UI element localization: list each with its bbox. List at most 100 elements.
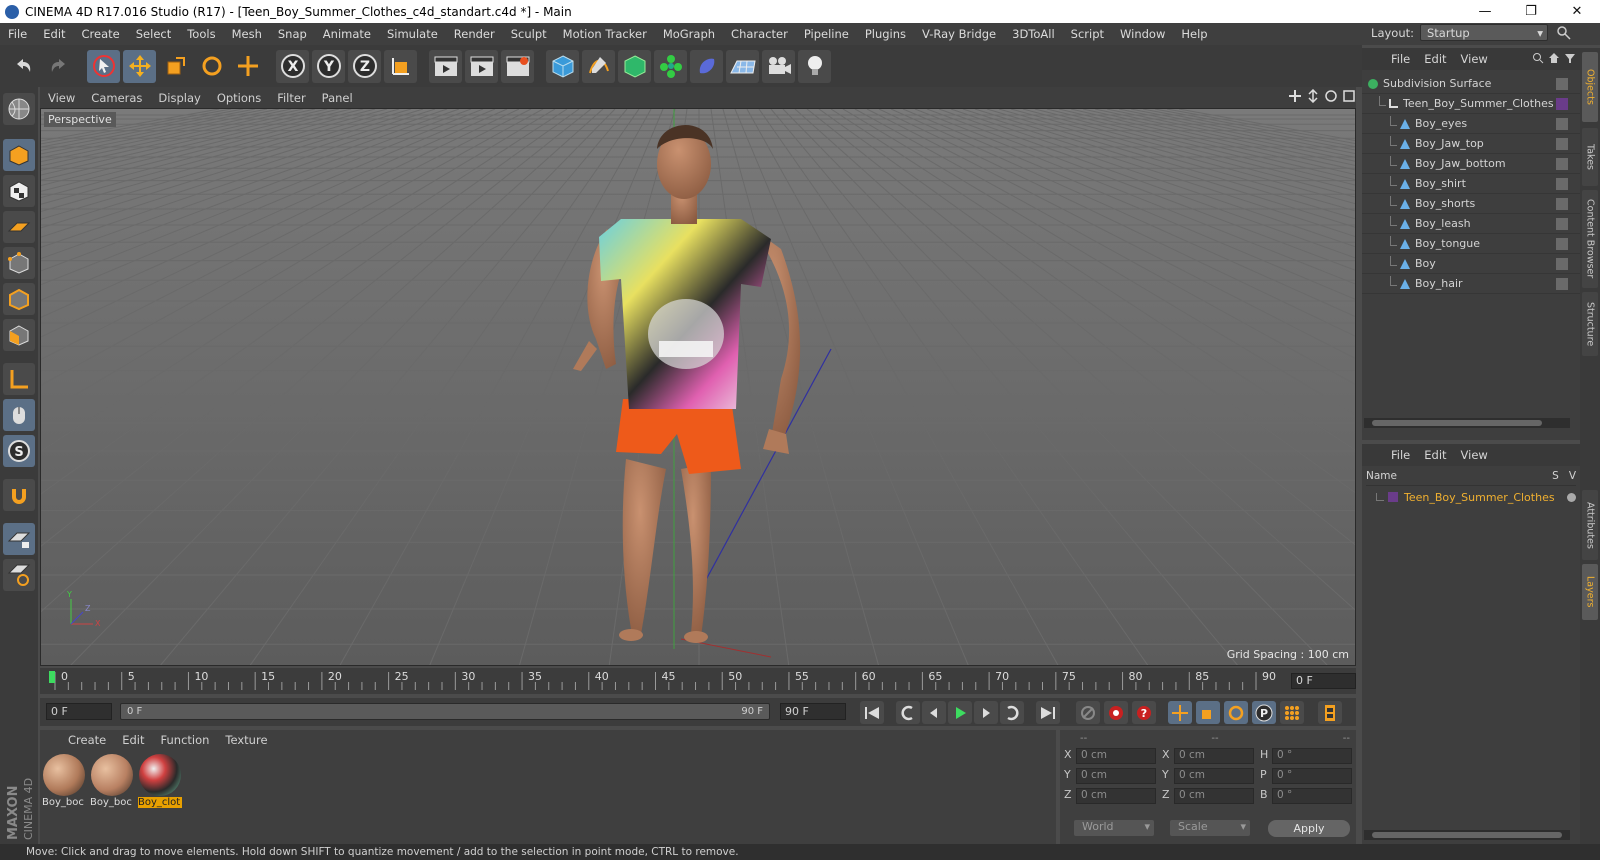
model-mode-button[interactable] — [3, 139, 35, 171]
apply-button[interactable]: Apply — [1268, 820, 1350, 837]
search-icon[interactable] — [1556, 25, 1572, 41]
key-pla-button[interactable] — [1280, 701, 1304, 724]
menu-plugins[interactable]: Plugins — [857, 27, 914, 41]
menu-file[interactable]: File — [0, 27, 35, 41]
side-tab-objects[interactable]: Objects — [1582, 52, 1598, 122]
layer-row[interactable]: Teen_Boy_Summer_Clothes — [1376, 488, 1576, 506]
planar-workplane-button[interactable] — [3, 559, 35, 591]
coords-value-field[interactable]: 0 cm — [1174, 748, 1254, 764]
menu-create[interactable]: Create — [74, 27, 128, 41]
menu-script[interactable]: Script — [1063, 27, 1112, 41]
object-visibility-toggle[interactable] — [1556, 137, 1568, 150]
maximize-button[interactable]: ❐ — [1508, 0, 1554, 23]
menu-motion-tracker[interactable]: Motion Tracker — [555, 27, 655, 41]
key-scale-button[interactable] — [1196, 701, 1220, 724]
z-axis-lock-button[interactable]: Z — [348, 49, 381, 83]
go-to-start-button[interactable] — [860, 701, 884, 724]
object-menu-view[interactable]: View — [1454, 52, 1495, 66]
key-position-button[interactable] — [1168, 701, 1192, 724]
object-visibility-toggle[interactable] — [1556, 197, 1568, 210]
add-light-button[interactable] — [798, 49, 831, 83]
add-camera-button[interactable] — [762, 49, 795, 83]
previous-frame-button[interactable] — [922, 701, 946, 724]
menu-tools[interactable]: Tools — [179, 27, 223, 41]
object-menu-file[interactable]: File — [1384, 52, 1417, 66]
pan-view-icon[interactable] — [1288, 89, 1302, 103]
object-visibility-toggle[interactable] — [1556, 77, 1568, 90]
timeline-window-button[interactable] — [1318, 701, 1342, 724]
material-menu-function[interactable]: Function — [153, 733, 218, 747]
workplane-mode-button[interactable] — [3, 211, 35, 243]
viewport-menu-view[interactable]: View — [40, 91, 83, 105]
layer-solo-column[interactable]: S — [1552, 470, 1559, 485]
viewport-menu-panel[interactable]: Panel — [314, 91, 361, 105]
snap-button[interactable]: S — [3, 435, 35, 467]
minimize-button[interactable]: — — [1462, 0, 1508, 23]
side-tab-structure[interactable]: Structure — [1582, 292, 1598, 356]
object-row[interactable]: Boy_tongue — [1362, 234, 1580, 254]
object-row[interactable]: Teen_Boy_Summer_Clothes — [1362, 94, 1580, 114]
go-to-end-button[interactable] — [1036, 701, 1060, 724]
layer-name-column[interactable]: Name — [1366, 470, 1397, 485]
layer-menu-file[interactable]: File — [1384, 448, 1417, 462]
material-swatch[interactable]: Boy_boc — [42, 754, 86, 808]
object-visibility-toggle[interactable] — [1556, 157, 1568, 170]
tweak-mode-button[interactable] — [3, 399, 35, 431]
add-pen-spline-button[interactable] — [582, 49, 615, 83]
menu-v-ray-bridge[interactable]: V-Ray Bridge — [914, 27, 1004, 41]
menu-edit[interactable]: Edit — [35, 27, 73, 41]
object-row[interactable]: Boy_Jaw_top — [1362, 134, 1580, 154]
coordinate-system-button[interactable] — [384, 49, 417, 83]
preview-range-slider[interactable]: 0 F 90 F — [120, 703, 770, 720]
maximize-view-icon[interactable] — [1342, 89, 1356, 103]
render-settings-button[interactable] — [501, 49, 534, 83]
object-row[interactable]: Boy_leash — [1362, 214, 1580, 234]
render-to-picture-viewer-button[interactable] — [465, 49, 498, 83]
undo-button[interactable] — [6, 50, 39, 83]
object-visibility-toggle[interactable] — [1556, 257, 1568, 270]
autokey-button[interactable] — [1104, 701, 1128, 724]
viewport-menu-options[interactable]: Options — [209, 91, 269, 105]
object-row[interactable]: Boy_Jaw_bottom — [1362, 154, 1580, 174]
rotate-view-icon[interactable] — [1324, 89, 1338, 103]
object-row[interactable]: Subdivision Surface — [1362, 74, 1580, 94]
viewport-camera-label[interactable]: Perspective — [44, 112, 116, 127]
play-button[interactable] — [948, 701, 972, 724]
locked-workplane-button[interactable] — [3, 523, 35, 555]
start-frame-field[interactable]: 0 F — [46, 703, 112, 720]
coords-value-field[interactable]: 0 ° — [1272, 768, 1352, 784]
object-visibility-toggle[interactable] — [1556, 237, 1568, 250]
menu-snap[interactable]: Snap — [270, 27, 315, 41]
menu-pipeline[interactable]: Pipeline — [796, 27, 857, 41]
points-mode-button[interactable] — [3, 247, 35, 279]
texture-mode-button[interactable] — [3, 175, 35, 207]
side-tab-content-browser[interactable]: Content Browser — [1582, 190, 1598, 288]
coords-value-field[interactable]: 0 cm — [1076, 768, 1156, 784]
layer-solo-dot[interactable] — [1567, 492, 1576, 502]
axis-mode-button[interactable] — [3, 363, 35, 395]
object-visibility-toggle[interactable] — [1556, 217, 1568, 230]
layer-menu-view[interactable]: View — [1454, 448, 1495, 462]
move-tool-button[interactable] — [123, 49, 156, 83]
playhead-marker[interactable] — [49, 671, 55, 683]
layer-manager-scrollbar[interactable] — [1364, 830, 1570, 840]
close-button[interactable]: ✕ — [1554, 0, 1600, 23]
object-visibility-toggle[interactable] — [1556, 177, 1568, 190]
menu-select[interactable]: Select — [128, 27, 179, 41]
timeline-ruler[interactable]: 0 5 10 15 20 25 30 35 40 45 50 55 60 65 70 75 80 85 90 0 F — [40, 668, 1356, 694]
size-mode-dropdown[interactable]: Scale ▾ — [1170, 820, 1250, 836]
menu-mograph[interactable]: MoGraph — [655, 27, 723, 41]
key-parameter-button[interactable]: P — [1252, 701, 1276, 724]
side-tab-layers[interactable]: Layers — [1582, 564, 1598, 620]
x-axis-lock-button[interactable]: X — [276, 49, 309, 83]
menu-window[interactable]: Window — [1112, 27, 1173, 41]
menu-character[interactable]: Character — [723, 27, 796, 41]
side-tab-takes[interactable]: Takes — [1582, 128, 1598, 186]
layer-color-swatch[interactable] — [1388, 492, 1398, 502]
material-menu-edit[interactable]: Edit — [114, 733, 152, 747]
menu-3dtoall[interactable]: 3DToAll — [1004, 27, 1063, 41]
next-frame-button[interactable] — [974, 701, 998, 724]
next-key-button[interactable] — [1000, 701, 1024, 724]
coords-value-field[interactable]: 0 cm — [1076, 788, 1156, 804]
y-axis-lock-button[interactable]: Y — [312, 49, 345, 83]
